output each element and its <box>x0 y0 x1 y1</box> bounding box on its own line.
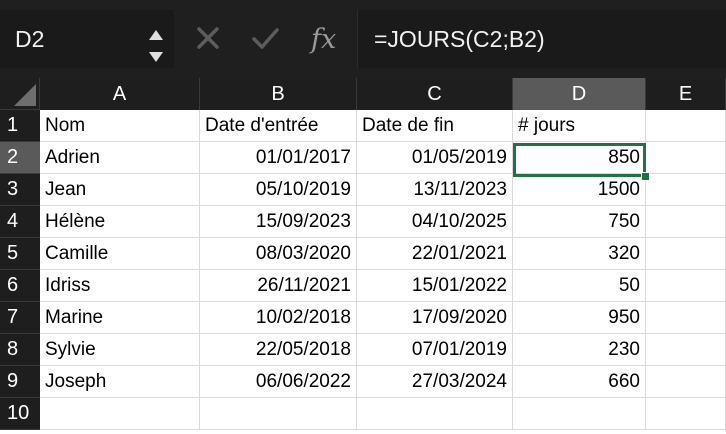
cell-b9[interactable]: 06/06/2022 <box>200 366 357 398</box>
cell-b2[interactable]: 01/01/2017 <box>200 142 357 174</box>
active-cell-border <box>513 143 646 177</box>
select-all-corner[interactable] <box>0 78 40 110</box>
cell-d10[interactable] <box>513 398 646 430</box>
cell-b3[interactable]: 05/10/2019 <box>200 174 357 206</box>
cell-e10[interactable] <box>646 398 726 430</box>
cell-e5[interactable] <box>646 238 726 270</box>
cell-a10[interactable] <box>40 398 200 430</box>
row-header-9[interactable]: 9 <box>0 366 40 398</box>
cell-d7[interactable]: 950 <box>513 302 646 334</box>
cell-d9[interactable]: 660 <box>513 366 646 398</box>
cell-c9[interactable]: 27/03/2024 <box>357 366 513 398</box>
cell-c3[interactable]: 13/11/2023 <box>357 174 513 206</box>
cell-e1[interactable] <box>646 110 726 142</box>
cell-e8[interactable] <box>646 334 726 366</box>
column-header-e[interactable]: E <box>646 78 726 110</box>
formula-text[interactable]: =JOURS(C2;B2) <box>374 26 545 53</box>
cell-e3[interactable] <box>646 174 726 206</box>
column-header-a[interactable]: A <box>40 78 200 110</box>
column-header-b[interactable]: B <box>200 78 357 110</box>
row-header-10[interactable]: 10 <box>0 398 40 430</box>
cell-a4[interactable]: Hélène <box>40 206 200 238</box>
cell-d4[interactable]: 750 <box>513 206 646 238</box>
cell-b4[interactable]: 15/09/2023 <box>200 206 357 238</box>
cell-d5[interactable]: 320 <box>513 238 646 270</box>
column-header-c[interactable]: C <box>357 78 513 110</box>
row-header-4[interactable]: 4 <box>0 206 40 238</box>
cell-a2[interactable]: Adrien <box>40 142 200 174</box>
cell-a9[interactable]: Joseph <box>40 366 200 398</box>
cell-b10[interactable] <box>200 398 357 430</box>
formula-bar: D2 fx =JOURS(C2;B2) <box>0 0 726 78</box>
cell-b6[interactable]: 26/11/2021 <box>200 270 357 302</box>
cell-b7[interactable]: 10/02/2018 <box>200 302 357 334</box>
cell-b8[interactable]: 22/05/2018 <box>200 334 357 366</box>
name-box-value[interactable]: D2 <box>15 26 44 53</box>
name-box[interactable]: D2 <box>0 10 174 68</box>
cell-c6[interactable]: 15/01/2022 <box>357 270 513 302</box>
column-header-d[interactable]: D <box>513 78 646 110</box>
cell-d8[interactable]: 230 <box>513 334 646 366</box>
formula-input[interactable]: =JOURS(C2;B2) <box>357 10 726 68</box>
cell-c2[interactable]: 01/05/2019 <box>357 142 513 174</box>
cell-e9[interactable] <box>646 366 726 398</box>
cell-c5[interactable]: 22/01/2021 <box>357 238 513 270</box>
row-header-5[interactable]: 5 <box>0 238 40 270</box>
cell-a7[interactable]: Marine <box>40 302 200 334</box>
cell-e4[interactable] <box>646 206 726 238</box>
row-header-2[interactable]: 2 <box>0 142 40 174</box>
cell-d1[interactable]: # jours <box>513 110 646 142</box>
name-box-stepper[interactable] <box>145 24 167 68</box>
cell-c7[interactable]: 17/09/2020 <box>357 302 513 334</box>
cell-b1[interactable]: Date d'entrée <box>200 110 357 142</box>
svg-text:fx: fx <box>309 24 336 54</box>
cell-e6[interactable] <box>646 270 726 302</box>
cell-b5[interactable]: 08/03/2020 <box>200 238 357 270</box>
row-header-8[interactable]: 8 <box>0 334 40 366</box>
cell-e7[interactable] <box>646 302 726 334</box>
cell-d3[interactable]: 1500 <box>513 174 646 206</box>
confirm-icon[interactable] <box>249 22 281 54</box>
function-icon[interactable]: fx <box>309 22 349 55</box>
cell-a8[interactable]: Sylvie <box>40 334 200 366</box>
cell-c8[interactable]: 07/01/2019 <box>357 334 513 366</box>
spreadsheet-grid: A B C D E 1 2 3 4 5 6 7 8 9 10 Nom Date … <box>0 78 726 434</box>
cell-c4[interactable]: 04/10/2025 <box>357 206 513 238</box>
cell-a1[interactable]: Nom <box>40 110 200 142</box>
cell-a5[interactable]: Camille <box>40 238 200 270</box>
cell-a3[interactable]: Jean <box>40 174 200 206</box>
cancel-icon[interactable] <box>192 22 224 54</box>
row-header-3[interactable]: 3 <box>0 174 40 206</box>
fill-handle[interactable] <box>641 172 650 181</box>
cell-e2[interactable] <box>646 142 726 174</box>
cell-a6[interactable]: Idriss <box>40 270 200 302</box>
row-header-7[interactable]: 7 <box>0 302 40 334</box>
row-header-1[interactable]: 1 <box>0 110 40 142</box>
cell-c10[interactable] <box>357 398 513 430</box>
cell-d6[interactable]: 50 <box>513 270 646 302</box>
cell-c1[interactable]: Date de fin <box>357 110 513 142</box>
row-header-6[interactable]: 6 <box>0 270 40 302</box>
